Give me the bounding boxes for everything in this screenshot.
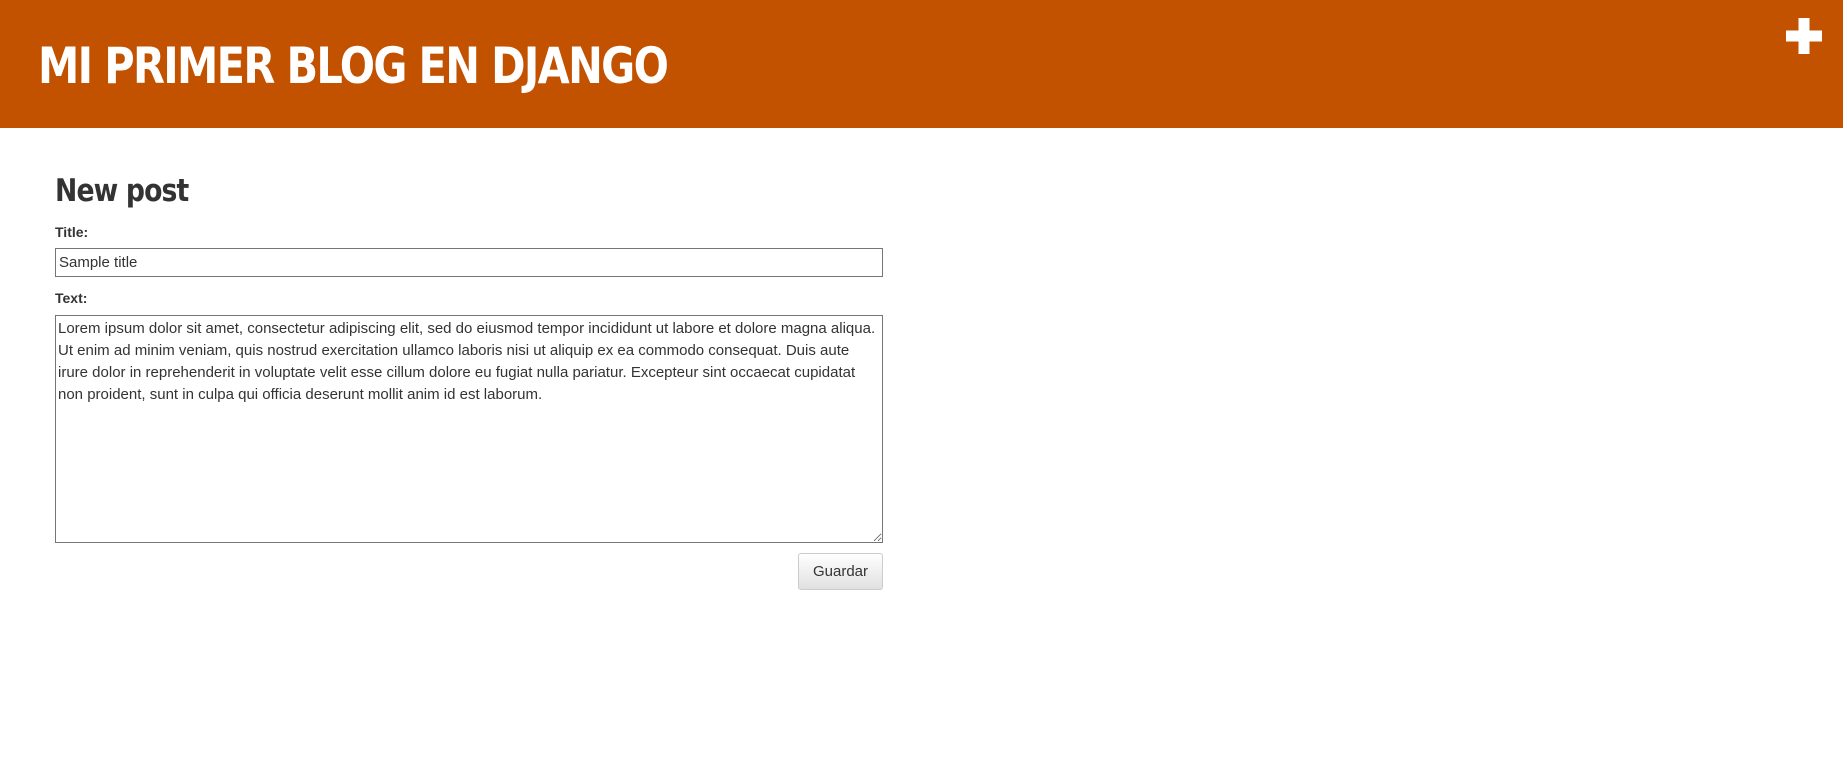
post-form: Title: Text: Lorem ipsum dolor sit amet,… bbox=[55, 222, 885, 590]
title-label: Title: bbox=[55, 224, 89, 240]
form-actions: Guardar bbox=[55, 553, 883, 590]
page-header: MI PRIMER BLOG EN DJANGO bbox=[0, 0, 1843, 128]
site-title-link[interactable]: MI PRIMER BLOG EN DJANGO bbox=[38, 32, 669, 100]
plus-icon bbox=[1786, 18, 1822, 54]
save-button[interactable]: Guardar bbox=[798, 553, 883, 590]
text-textarea[interactable]: Lorem ipsum dolor sit amet, consectetur … bbox=[55, 315, 883, 543]
post-form-container: New post Title: Text: Lorem ipsum dolor … bbox=[55, 168, 885, 590]
title-input[interactable] bbox=[55, 248, 883, 277]
page-title: New post bbox=[55, 173, 189, 209]
add-post-button[interactable] bbox=[1786, 18, 1822, 54]
text-label: Text: bbox=[55, 290, 88, 306]
